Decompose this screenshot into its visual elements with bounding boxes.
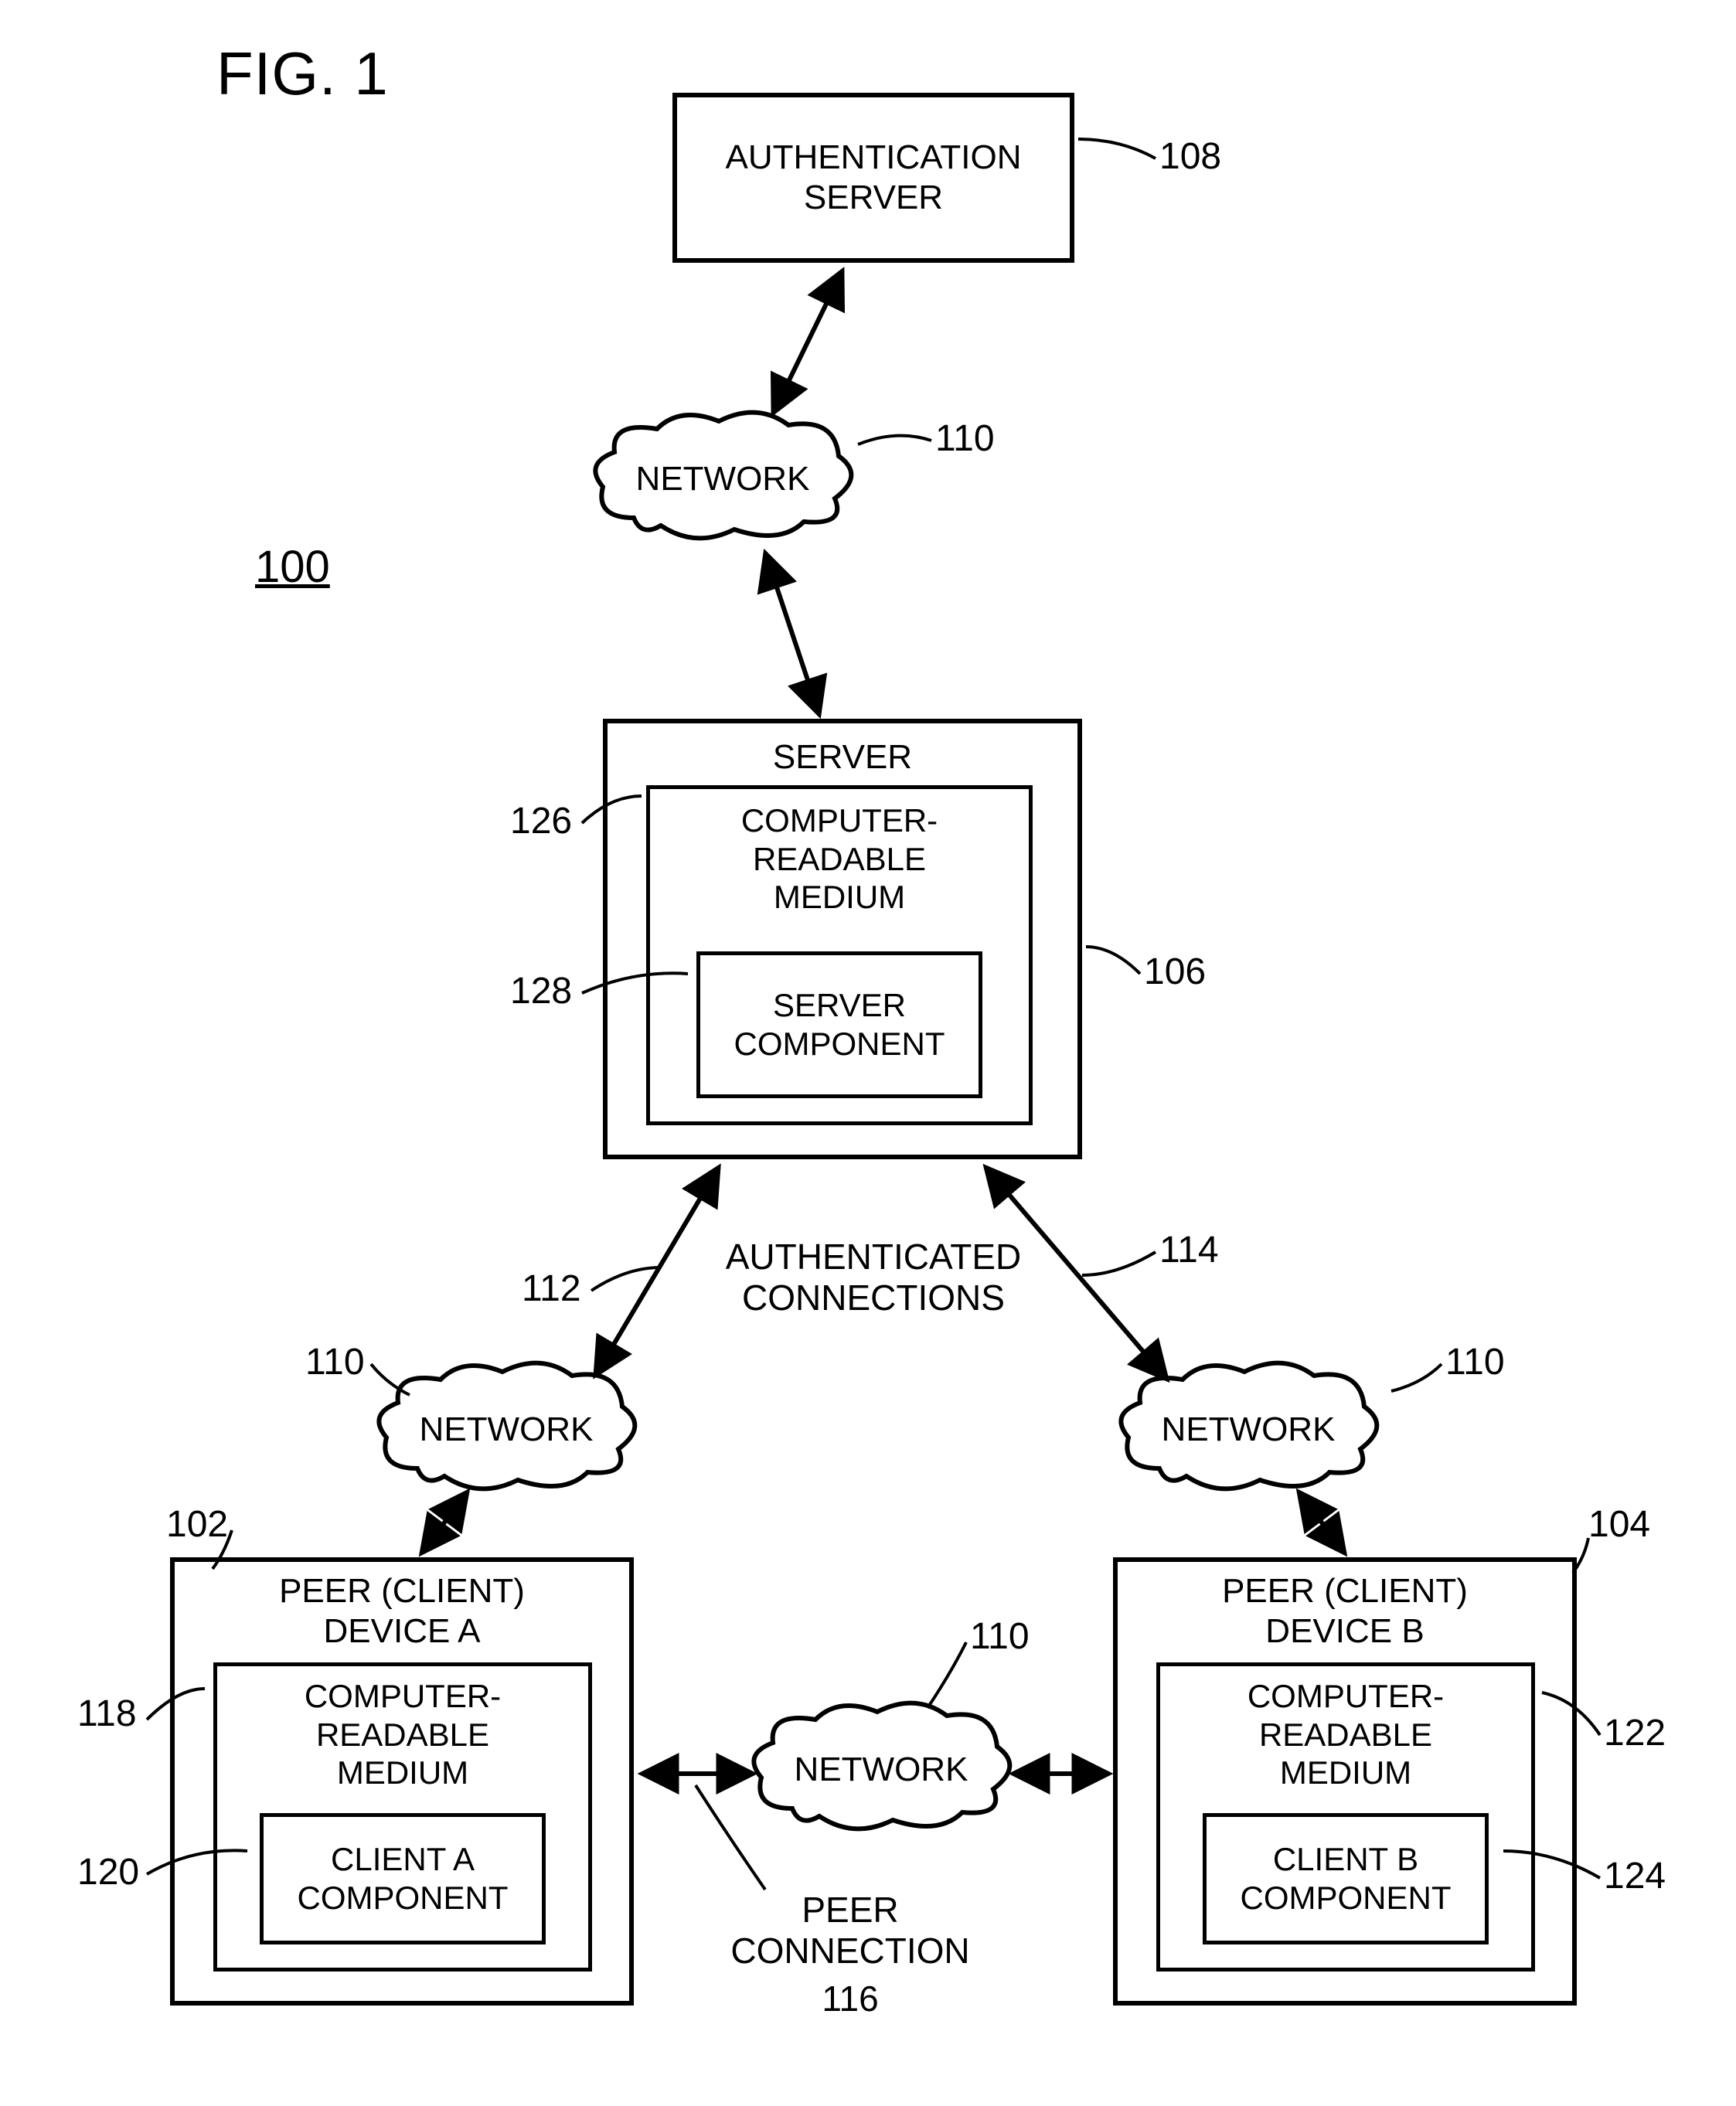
network-cloud-left-label: NETWORK — [371, 1410, 642, 1449]
server-component-ref: 128 — [510, 970, 572, 1012]
peer-b-component-ref: 124 — [1604, 1855, 1666, 1897]
peer-a-component-box: CLIENT A COMPONENT — [260, 1813, 546, 1944]
server-medium-ref: 126 — [510, 800, 572, 842]
server-medium-label: COMPUTER- READABLE MEDIUM — [741, 801, 938, 917]
server-box: SERVER COMPUTER- READABLE MEDIUM SERVER … — [603, 719, 1082, 1159]
server-medium-box: COMPUTER- READABLE MEDIUM SERVER COMPONE… — [646, 785, 1033, 1125]
peer-b-box: PEER (CLIENT) DEVICE B COMPUTER- READABL… — [1113, 1557, 1577, 2006]
network-cloud-right-label: NETWORK — [1113, 1410, 1384, 1449]
network-cloud-right: NETWORK — [1113, 1360, 1384, 1499]
peer-b-medium-box: COMPUTER- READABLE MEDIUM CLIENT B COMPO… — [1156, 1662, 1535, 1972]
server-component-box: SERVER COMPONENT — [696, 951, 982, 1098]
peer-connection-ref: 116 — [804, 1978, 897, 2019]
peer-b-component-box: CLIENT B COMPONENT — [1203, 1813, 1489, 1944]
peer-a-medium-label: COMPUTER- READABLE MEDIUM — [305, 1677, 501, 1792]
network-cloud-top-label: NETWORK — [587, 460, 858, 498]
peer-a-component-ref: 120 — [77, 1851, 139, 1893]
peer-a-medium-ref: 118 — [77, 1693, 137, 1735]
peer-a-box: PEER (CLIENT) DEVICE A COMPUTER- READABL… — [170, 1557, 634, 2006]
network-cloud-left-ref: 110 — [305, 1341, 365, 1383]
network-cloud-left: NETWORK — [371, 1360, 642, 1499]
peer-b-component-label: CLIENT B COMPONENT — [1241, 1840, 1452, 1917]
peer-a-label: PEER (CLIENT) DEVICE A — [279, 1571, 525, 1652]
peer-b-ref: 104 — [1588, 1503, 1650, 1546]
network-cloud-top-ref: 110 — [935, 417, 995, 460]
peer-b-label: PEER (CLIENT) DEVICE B — [1222, 1571, 1468, 1652]
peer-connection-label: PEER CONNECTION — [723, 1890, 978, 1972]
auth-server-ref: 108 — [1159, 135, 1221, 178]
peer-a-ref: 102 — [166, 1503, 228, 1546]
auth-server-box: AUTHENTICATION SERVER — [672, 93, 1074, 263]
server-component-label: SERVER COMPONENT — [734, 986, 945, 1063]
network-cloud-right-ref: 110 — [1445, 1341, 1505, 1383]
authenticated-connections-label: AUTHENTICATED CONNECTIONS — [672, 1237, 1074, 1318]
conn-left-ref: 112 — [522, 1267, 581, 1310]
diagram-canvas: FIG. 1 100 AUTHENTICATION SERVER 108 SER… — [0, 0, 1736, 2106]
peer-b-medium-ref: 122 — [1604, 1712, 1666, 1754]
system-ref: 100 — [255, 541, 330, 593]
figure-title: FIG. 1 — [216, 39, 389, 109]
server-box-label: SERVER — [773, 737, 912, 777]
auth-server-label: AUTHENTICATION SERVER — [726, 138, 1022, 218]
network-cloud-top: NETWORK — [587, 410, 858, 549]
peer-a-medium-box: COMPUTER- READABLE MEDIUM CLIENT A COMPO… — [213, 1662, 592, 1972]
server-ref: 106 — [1144, 951, 1206, 993]
peer-b-medium-label: COMPUTER- READABLE MEDIUM — [1248, 1677, 1444, 1792]
network-cloud-bottom-label: NETWORK — [746, 1750, 1016, 1789]
conn-right-ref: 114 — [1159, 1229, 1219, 1271]
network-cloud-bottom: NETWORK — [746, 1700, 1016, 1839]
network-cloud-bottom-ref: 110 — [970, 1615, 1030, 1658]
peer-a-component-label: CLIENT A COMPONENT — [298, 1840, 509, 1917]
